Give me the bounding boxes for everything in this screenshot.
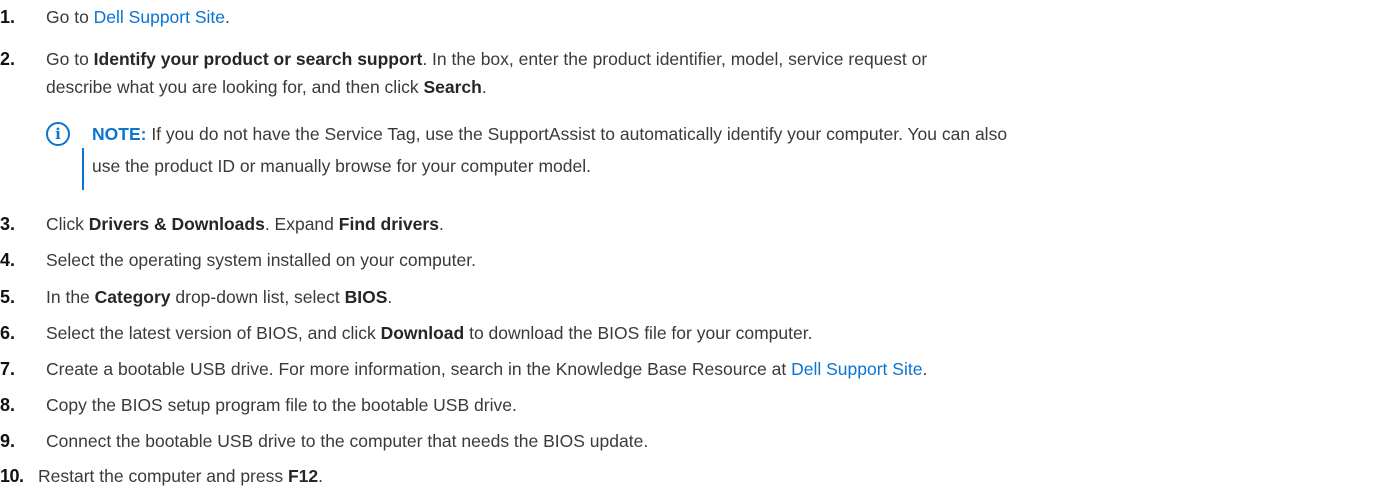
step-5: 5. In the Category drop-down list, selec… <box>0 283 1389 311</box>
step-8: 8. Copy the BIOS setup program file to t… <box>0 391 1389 419</box>
step-text: Restart the computer and press <box>38 466 288 486</box>
note-line-2: use the product ID or manually browse fo… <box>92 156 591 176</box>
info-icon: i <box>46 122 70 146</box>
step-1: 1. Go to Dell Support Site. <box>0 3 1389 31</box>
step-text: Select the latest version of BIOS, and c… <box>46 323 381 343</box>
note-label: NOTE: <box>92 124 147 144</box>
step-number: 4. <box>0 250 16 270</box>
search-label: Search <box>423 77 482 97</box>
step-2: 2. Go to Identify your product or search… <box>0 45 1389 101</box>
step-text: Connect the bootable USB drive to the co… <box>46 431 649 451</box>
dell-support-site-link[interactable]: Dell Support Site <box>791 359 922 379</box>
step-text: to download the BIOS file for your compu… <box>464 323 813 343</box>
f12-key-label: F12 <box>287 466 319 486</box>
step-4: 4. Select the operating system installed… <box>0 246 1389 274</box>
step-10: 10. Restart the computer and press F12. <box>0 462 1389 490</box>
step-text: . <box>438 214 444 234</box>
step-text: . <box>318 466 324 486</box>
category-label: Category <box>94 287 171 307</box>
download-label: Download <box>380 323 465 343</box>
step-number: 2. <box>0 49 16 69</box>
step-text: . <box>922 359 928 379</box>
step-number: 7. <box>0 359 16 379</box>
step-text: . <box>481 77 487 97</box>
step-number: 6. <box>0 323 16 343</box>
step-number: 3. <box>0 214 16 234</box>
step-text: Click <box>46 214 89 234</box>
step-6: 6. Select the latest version of BIOS, an… <box>0 319 1389 347</box>
step-number: 8. <box>0 395 16 415</box>
dell-support-site-link[interactable]: Dell Support Site <box>94 7 225 27</box>
find-drivers-label: Find drivers <box>338 214 439 234</box>
step-text: Select the operating system installed on… <box>46 250 476 270</box>
step-number: 1. <box>0 7 16 27</box>
note-accent-bar <box>82 148 84 190</box>
note-line-1: If you do not have the Service Tag, use … <box>146 124 1008 144</box>
step-9: 9. Connect the bootable USB drive to the… <box>0 427 1389 455</box>
step-text: Create a bootable USB drive. For more in… <box>46 359 792 379</box>
step-text: describe what you are looking for, and t… <box>46 77 424 97</box>
identify-product-label: Identify your product or search support <box>93 49 423 69</box>
procedure-document: 1. Go to Dell Support Site. 2. Go to Ide… <box>0 0 1397 492</box>
step-text: Go to <box>46 7 94 27</box>
step-text: In the <box>46 287 95 307</box>
step-text: Copy the BIOS setup program file to the … <box>46 395 517 415</box>
step-text: . Expand <box>264 214 339 234</box>
step-text: . <box>387 287 393 307</box>
step-3: 3. Click Drivers & Downloads. Expand Fin… <box>0 210 1389 238</box>
bios-label: BIOS <box>344 287 388 307</box>
step-text: . In the box, enter the product identifi… <box>422 49 928 69</box>
drivers-downloads-label: Drivers & Downloads <box>88 214 265 234</box>
step-text: Go to <box>46 49 94 69</box>
step-number: 10. <box>0 466 24 486</box>
step-7: 7. Create a bootable USB drive. For more… <box>0 355 1389 383</box>
step-text: . <box>225 7 230 27</box>
step-number: 9. <box>0 431 16 451</box>
step-text: drop-down list, select <box>170 287 345 307</box>
note-text: NOTE: If you do not have the Service Tag… <box>92 118 1391 182</box>
note-callout: i NOTE: If you do not have the Service T… <box>46 118 1391 190</box>
step-number: 5. <box>0 287 16 307</box>
